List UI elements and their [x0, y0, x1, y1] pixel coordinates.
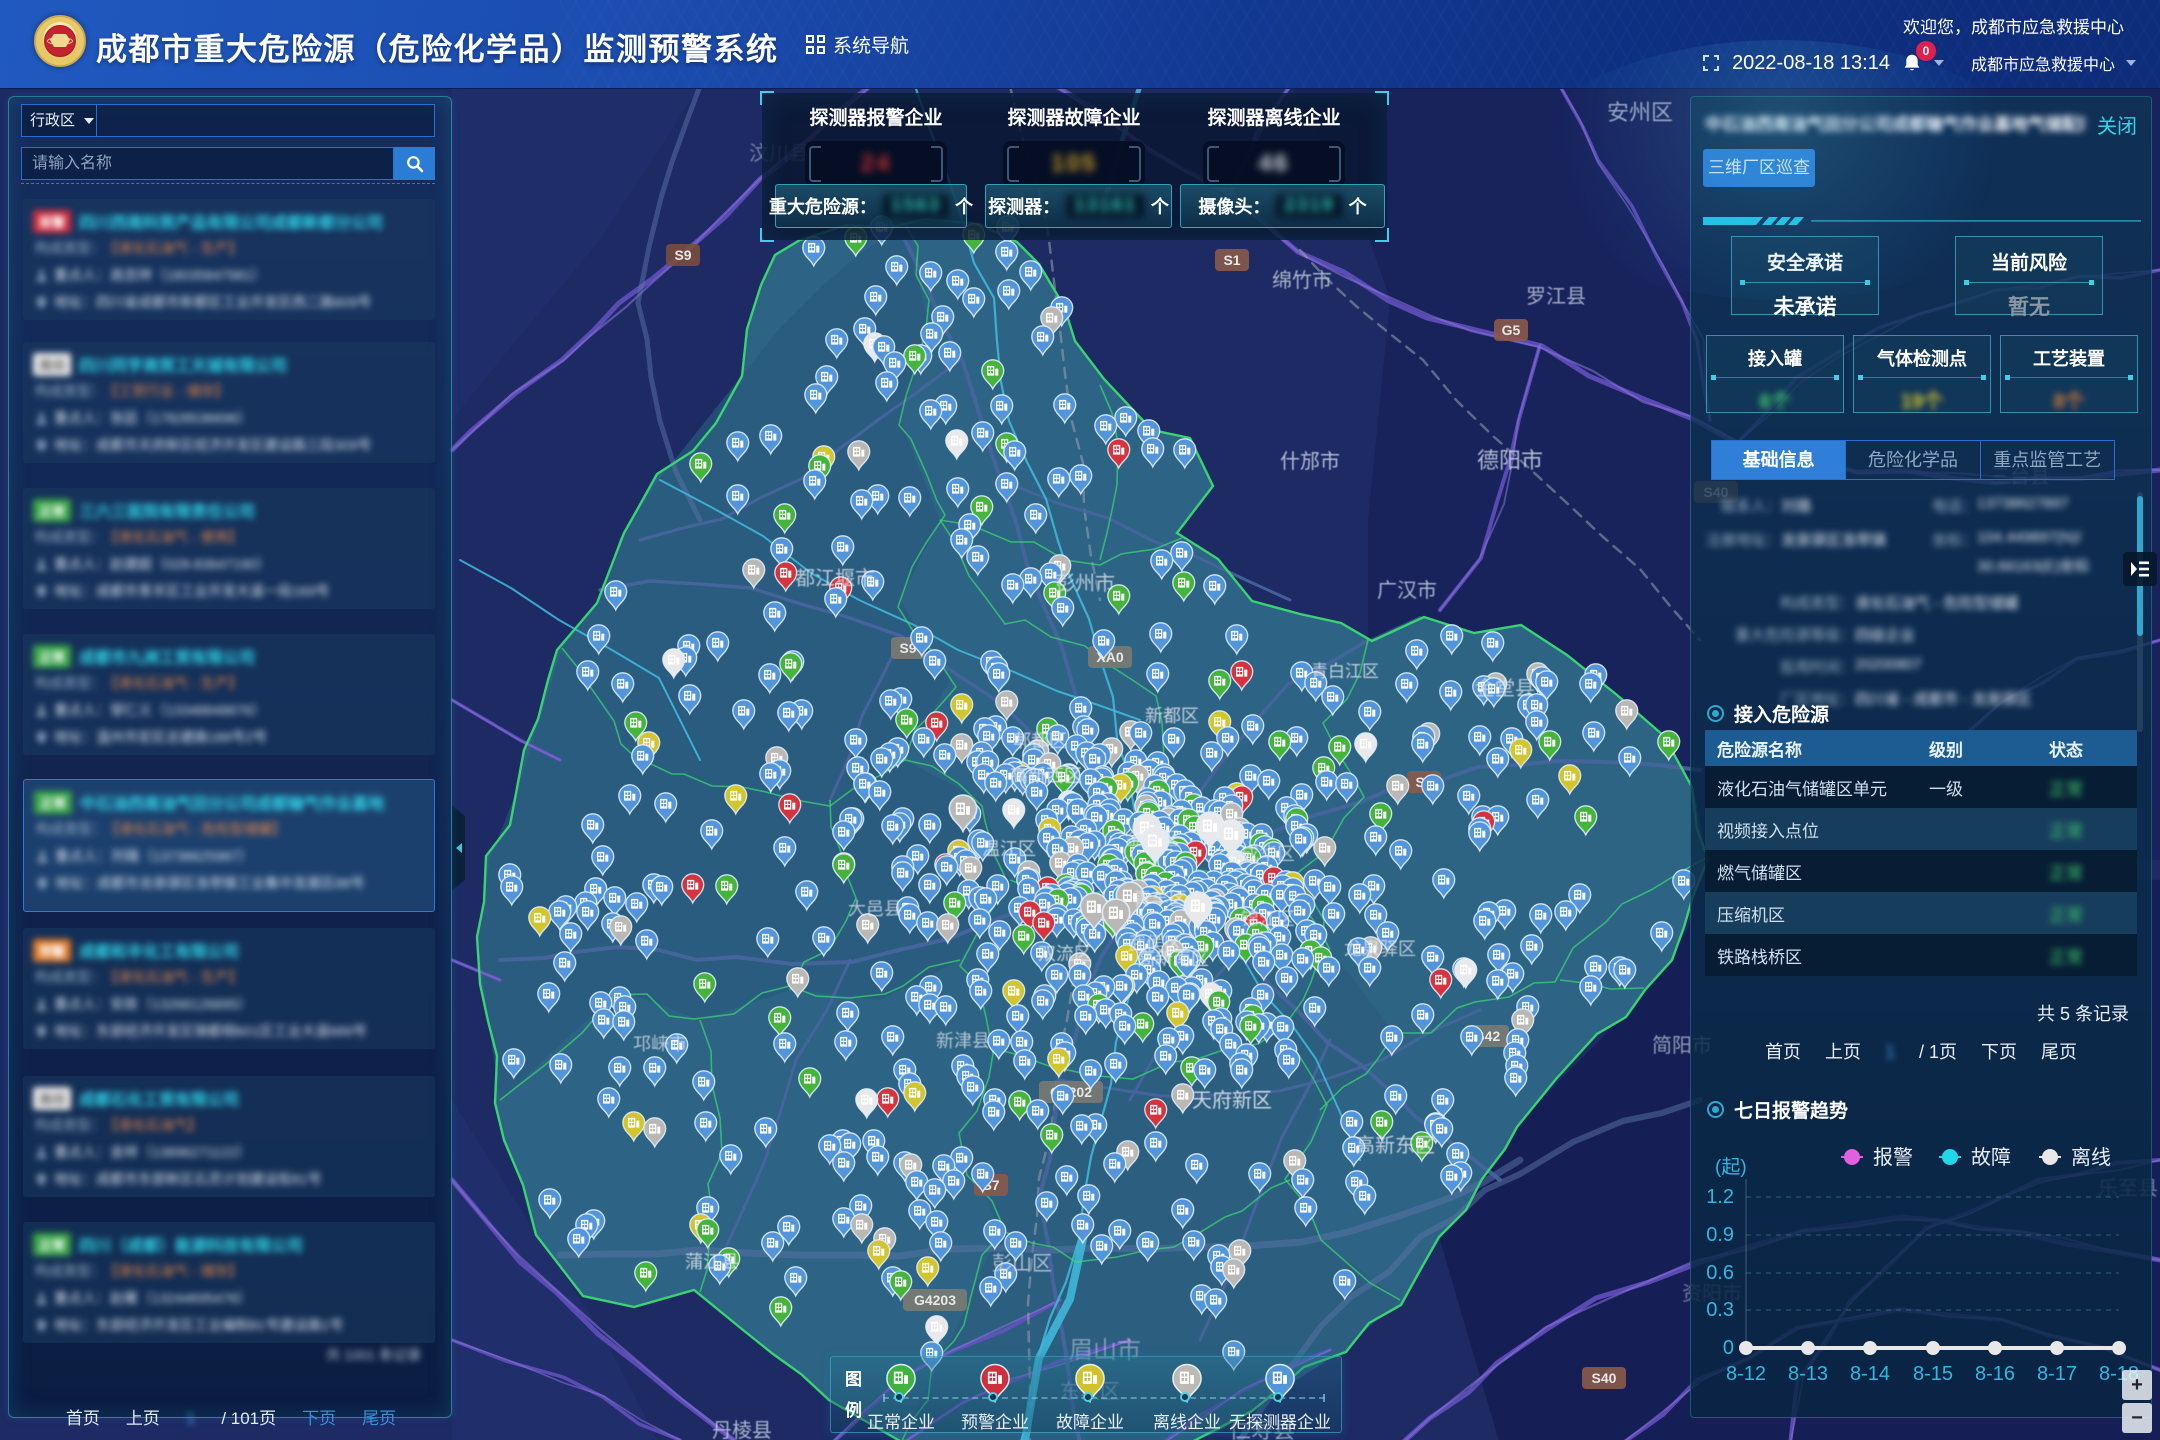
svg-text:(起): (起): [1715, 1156, 1747, 1178]
svg-text:金堂县: 金堂县: [1475, 677, 1535, 700]
svg-text:都江堰市: 都江堰市: [795, 567, 875, 590]
svg-text:8-14: 8-14: [1850, 1363, 1890, 1385]
svg-text:温江区: 温江区: [982, 839, 1036, 859]
svg-text:0.3: 0.3: [1706, 1299, 1734, 1321]
svg-text:德阳市: 德阳市: [1477, 448, 1543, 473]
svg-text:故障: 故障: [1971, 1146, 2011, 1169]
svg-text:8-13: 8-13: [1788, 1363, 1828, 1385]
svg-text:金牛区: 金牛区: [1125, 829, 1179, 849]
svg-text:8-16: 8-16: [1975, 1363, 2015, 1385]
svg-text:S9: S9: [674, 247, 691, 263]
svg-text:天府新区: 天府新区: [1192, 1089, 1272, 1112]
svg-text:双流区: 双流区: [1038, 944, 1092, 964]
svg-text:S40: S40: [1592, 1370, 1617, 1386]
svg-text:邛崃市: 邛崃市: [633, 1034, 687, 1054]
svg-text:0.9: 0.9: [1706, 1224, 1734, 1246]
svg-text:彭山区: 彭山区: [992, 1252, 1052, 1275]
svg-text:8-17: 8-17: [2037, 1363, 2077, 1385]
svg-text:新津县: 新津县: [936, 1031, 990, 1051]
svg-text:什邡市: 什邡市: [1280, 450, 1340, 473]
svg-text:锦江区: 锦江区: [1241, 909, 1295, 929]
svg-text:罗江县: 罗江县: [1526, 285, 1586, 308]
svg-text:1.2: 1.2: [1706, 1186, 1734, 1208]
svg-text:蒲江县: 蒲江县: [685, 1252, 739, 1272]
svg-text:0.6: 0.6: [1706, 1262, 1734, 1284]
svg-text:8-15: 8-15: [1913, 1363, 1953, 1385]
svg-text:青白江区: 青白江区: [1311, 662, 1379, 681]
svg-text:8-12: 8-12: [1726, 1363, 1766, 1385]
svg-text:广汉市: 广汉市: [1377, 579, 1437, 602]
svg-text:丹棱县: 丹棱县: [712, 1419, 772, 1440]
svg-text:彭州市: 彭州市: [1055, 572, 1115, 595]
svg-text:郫都区: 郫都区: [1013, 731, 1067, 751]
svg-text:青羊区: 青羊区: [1133, 889, 1187, 909]
svg-text:成华区: 成华区: [1241, 844, 1295, 864]
svg-text:高新南区: 高新南区: [1137, 949, 1209, 969]
svg-text:龙泉驿区: 龙泉驿区: [1344, 939, 1416, 959]
svg-text:大邑县: 大邑县: [848, 899, 902, 919]
svg-text:高新东区: 高新东区: [1355, 1134, 1435, 1157]
svg-text:绵竹市: 绵竹市: [1272, 269, 1332, 292]
svg-text:高新西区: 高新西区: [1010, 766, 1082, 786]
svg-text:G4203: G4203: [914, 1292, 956, 1308]
svg-text:G5: G5: [1502, 322, 1521, 338]
svg-text:S1: S1: [1223, 252, 1240, 268]
svg-text:新都区: 新都区: [1145, 706, 1199, 726]
svg-text:报警: 报警: [1873, 1146, 1913, 1169]
svg-text:0: 0: [1723, 1337, 1734, 1359]
svg-text:离线: 离线: [2071, 1146, 2111, 1169]
